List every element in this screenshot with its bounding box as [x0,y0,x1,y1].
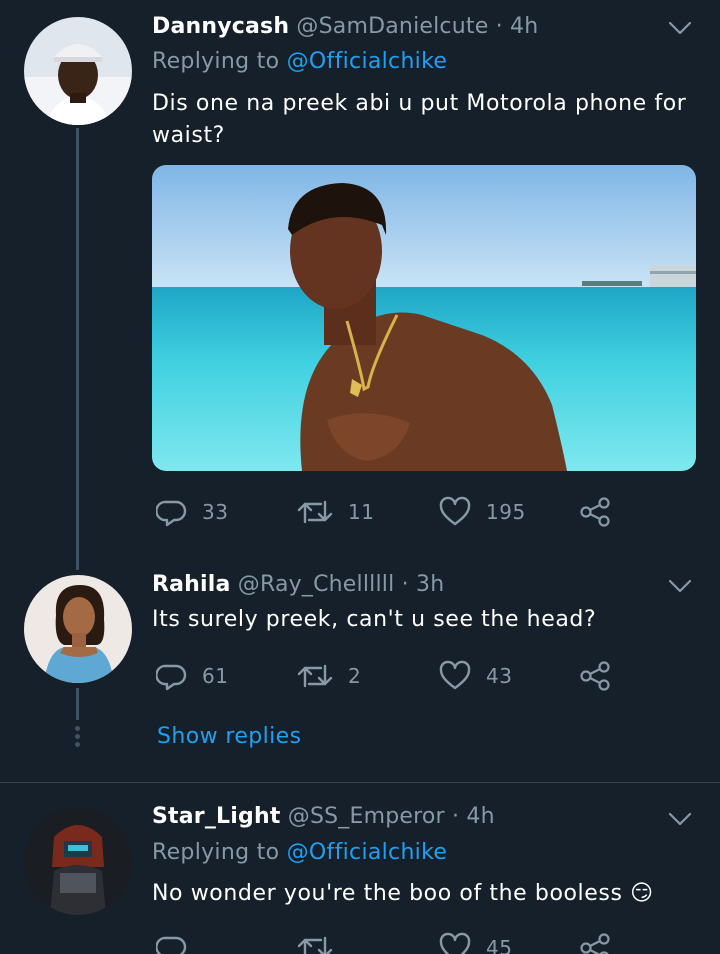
retweet-icon [297,500,333,524]
chevron-down-icon[interactable] [666,18,694,38]
replying-prefix: Replying to [152,840,287,865]
reply-icon [156,500,187,527]
retweet-icon [297,936,333,954]
reply-count: 33 [202,500,229,524]
reply-icon [156,936,187,954]
thread-line [76,688,79,720]
retweet-button[interactable]: 11 [296,494,374,530]
display-name[interactable]: Dannycash [152,14,289,39]
timestamp[interactable]: 4h [510,14,538,39]
tweet-text: No wonder you're the boo of the booless … [152,878,692,910]
display-name[interactable]: Star_Light [152,804,281,829]
reply-button[interactable]: 33 [156,494,228,530]
tweet[interactable]: Star_Light @SS_Emperor · 4h Replying to … [0,783,720,954]
username[interactable]: @SS_Emperor [288,804,445,829]
username[interactable]: @SamDanielcute [296,14,488,39]
reply-button[interactable] [156,930,202,954]
like-button[interactable]: 45 [438,930,512,954]
share-icon [580,497,610,527]
separator: · [495,14,503,39]
smirk-emoji: 😏 [630,881,654,906]
like-icon [439,932,471,954]
reply-count: 61 [202,664,229,688]
like-icon [439,496,471,526]
avatar[interactable] [24,575,132,683]
chevron-down-icon[interactable] [666,576,694,596]
thread-dots [75,726,80,750]
tweet-actions: 61 2 43 [152,658,632,694]
tweet-actions: 33 11 195 [152,494,632,530]
reply-icon [156,664,187,691]
username[interactable]: @Ray_Chellllll [238,572,395,597]
like-icon [439,660,471,690]
retweet-button[interactable]: 2 [296,658,361,694]
retweet-count: 11 [348,500,375,524]
tweet-text: Its surely preek, can't u see the head? [152,607,597,632]
thread-line [76,128,79,570]
timestamp[interactable]: 4h [466,804,494,829]
replying-prefix: Replying to [152,49,287,74]
tweet-text-content: No wonder you're the boo of the booless [152,881,623,906]
share-icon [580,661,610,691]
tweet-header: Dannycash @SamDanielcute · 4h [152,14,538,44]
show-replies-link[interactable]: Show replies [157,724,301,749]
share-button[interactable] [578,494,612,530]
reply-button[interactable]: 61 [156,658,228,694]
avatar[interactable] [24,17,132,125]
like-count: 43 [486,664,513,688]
replying-to: Replying to @Officialchike [152,49,447,74]
display-name[interactable]: Rahila [152,572,231,597]
like-count: 45 [486,936,513,954]
tweet-actions: 45 [152,930,632,954]
tweet[interactable]: Dannycash @SamDanielcute · 4h Replying t… [0,0,720,570]
mention-link[interactable]: @Officialchike [287,840,448,865]
share-icon [580,933,610,954]
like-count: 195 [486,500,526,524]
timestamp[interactable]: 3h [416,572,444,597]
replying-to: Replying to @Officialchike [152,840,447,865]
tweet-image[interactable] [152,165,696,471]
retweet-button[interactable] [296,930,348,954]
chevron-down-icon[interactable] [666,809,694,829]
separator: · [451,804,460,829]
tweet-text: Dis one na preek abi u put Motorola phon… [152,91,687,148]
tweet-header: Star_Light @SS_Emperor · 4h [152,804,495,834]
separator: · [401,572,409,597]
mention-link[interactable]: @Officialchike [287,49,448,74]
tweet[interactable]: Rahila @Ray_Chellllll · 3h Its surely pr… [0,560,720,782]
like-button[interactable]: 195 [438,494,526,530]
tweet-header: Rahila @Ray_Chellllll · 3h [152,572,444,602]
retweet-icon [297,664,333,688]
like-button[interactable]: 43 [438,658,512,694]
retweet-count: 2 [348,664,362,688]
share-button[interactable] [578,658,612,694]
avatar[interactable] [24,807,132,915]
share-button[interactable] [578,930,612,954]
